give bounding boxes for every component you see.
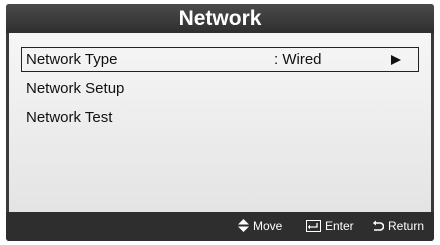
move-label: Move xyxy=(253,219,283,233)
menu-item-value: : Wired xyxy=(274,51,322,68)
window-title: Network xyxy=(6,4,434,33)
arrow-right-icon xyxy=(391,55,401,65)
menu-panel: Network Type : Wired Network Setup Netwo… xyxy=(9,33,431,212)
move-hint: Move xyxy=(238,212,282,241)
menu-item-label: Network Setup xyxy=(26,80,125,97)
return-arrow-icon xyxy=(372,220,385,231)
menu-item-network-setup[interactable]: Network Setup xyxy=(21,76,419,101)
return-label: Return xyxy=(388,219,425,233)
enter-hint: Enter xyxy=(306,212,354,241)
up-down-arrows-icon xyxy=(238,219,249,233)
enter-label: Enter xyxy=(325,219,354,233)
return-hint: Return xyxy=(372,212,424,241)
network-menu-window: Network Network Type : Wired Network Set… xyxy=(6,4,434,241)
menu-item-network-test[interactable]: Network Test xyxy=(21,105,419,130)
menu-item-label: Network Type xyxy=(26,51,118,68)
enter-key-icon xyxy=(306,219,321,232)
menu-item-network-type[interactable]: Network Type : Wired xyxy=(21,47,419,72)
button-hint-bar: Move Enter Return xyxy=(6,212,434,241)
menu-item-label: Network Test xyxy=(26,109,113,126)
